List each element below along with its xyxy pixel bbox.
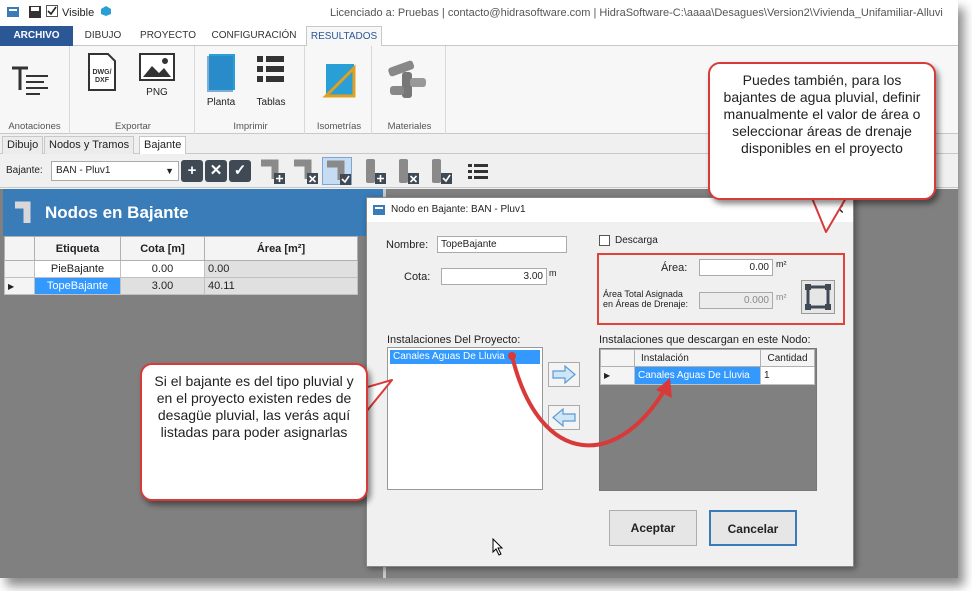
callout-instalaciones-tip: Si el bajante es del tipo pluvial y en e…	[140, 363, 368, 501]
arrow-start-dot	[508, 352, 516, 360]
callout-top-pointer	[811, 197, 847, 233]
callout-left-pointer	[363, 379, 393, 413]
callout-area-tip: Puedes también, para los bajantes de agu…	[708, 62, 936, 200]
arrow-head-icon	[656, 378, 672, 398]
assign-arrow	[510, 355, 670, 448]
